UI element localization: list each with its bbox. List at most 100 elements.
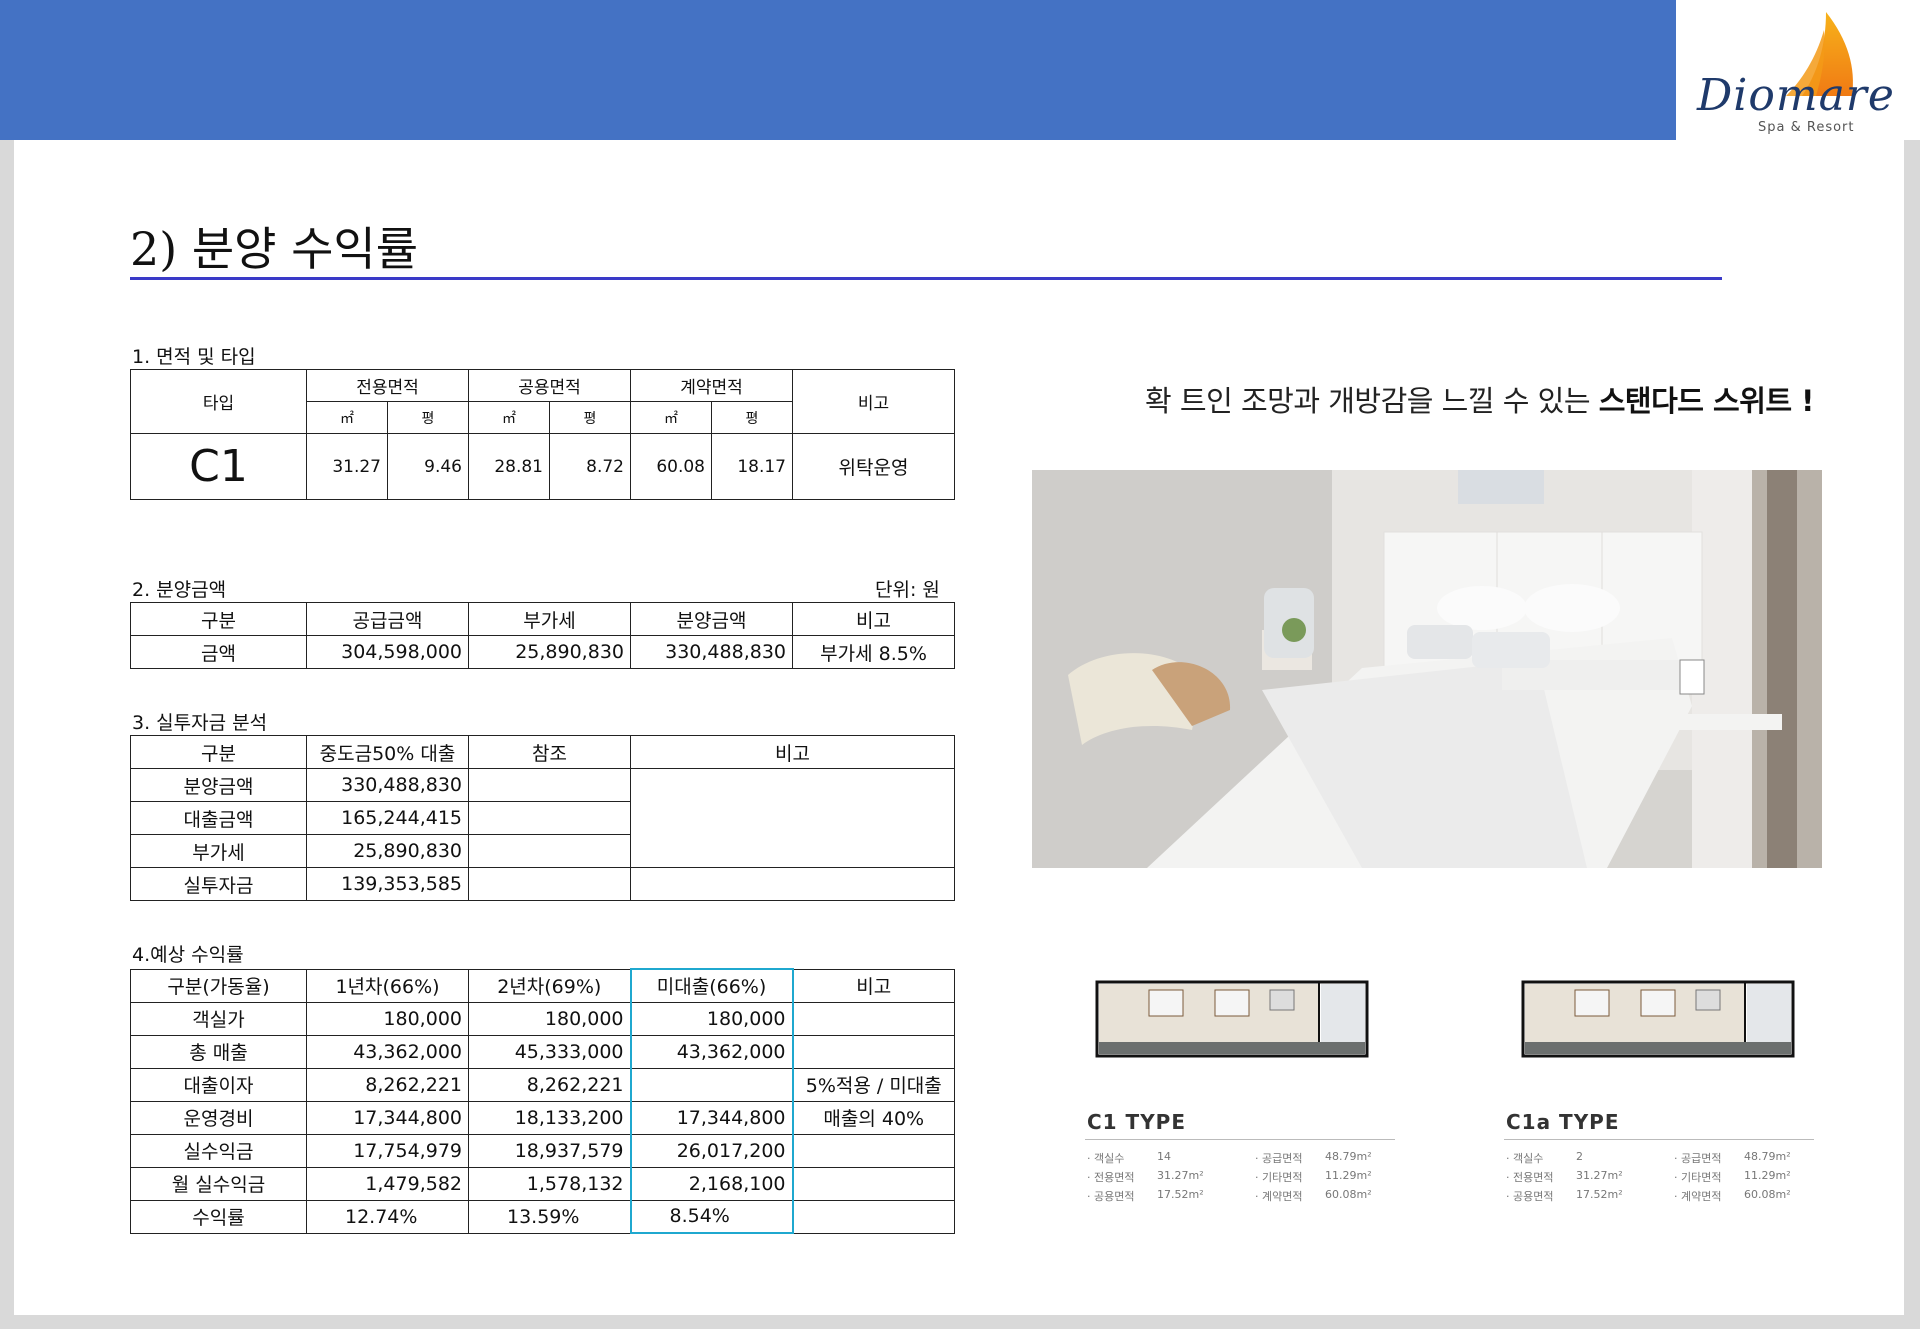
year2-value: 1,578,132: [468, 1166, 631, 1201]
row-label: 실투자금: [130, 867, 307, 901]
plan-type-c1a: C1a TYPE: [1506, 1110, 1620, 1134]
row-label: 실수익금: [130, 1133, 307, 1168]
header-exclusive: 전용면적: [306, 369, 469, 402]
spec-value: 48.79m²: [1744, 1150, 1791, 1163]
year1-value: 17,344,800: [306, 1100, 469, 1135]
spec-value: 48.79m²: [1325, 1150, 1372, 1163]
noloan-value: 26,017,200: [629, 1133, 794, 1168]
spec-label: · 공급면적: [1674, 1152, 1722, 1165]
table-header: 비고: [792, 602, 955, 636]
contract-pyeong: 18.17: [711, 433, 793, 500]
header-banner: [0, 0, 1676, 140]
year2-value: 18,133,200: [468, 1100, 631, 1135]
spec-label: · 기타면적: [1674, 1171, 1722, 1184]
floorplan-c1: [1095, 978, 1371, 1060]
spec-label: · 전용면적: [1506, 1171, 1554, 1184]
table-header: 부가세: [468, 602, 631, 636]
table-header: 비고: [792, 968, 955, 1003]
empty-cell: [630, 867, 955, 901]
row-label: 부가세: [130, 834, 307, 868]
floorplan-c1a: [1521, 978, 1797, 1060]
table-header: 비고: [630, 735, 955, 769]
spec-divider: [1504, 1139, 1814, 1140]
row-label: 대출금액: [130, 801, 307, 835]
table-header: 참조: [468, 735, 631, 769]
spec-label: · 계약면적: [1255, 1190, 1303, 1203]
year1-value: 43,362,000: [306, 1034, 469, 1069]
spec-label: · 공용면적: [1506, 1190, 1554, 1203]
row-value: 330,488,830: [306, 768, 469, 802]
spec-value: 11.29m²: [1744, 1169, 1791, 1182]
table-header: 1년차(66%): [306, 968, 469, 1003]
bedroom-illustration: [1032, 470, 1822, 868]
unit-sqm: ㎡: [306, 401, 388, 434]
year1-value: 12.74%: [306, 1199, 469, 1234]
empty-cell: [468, 768, 631, 802]
table-header: 구분: [130, 602, 307, 636]
area-type-table: 타입 전용면적 공용면적 계약면적 비고 ㎡ 평 ㎡ 평 ㎡ 평 C1 31.2…: [130, 369, 955, 500]
unit-sqm: ㎡: [468, 401, 550, 434]
sale-amount: 330,488,830: [630, 635, 793, 669]
table-header: 중도금50% 대출: [306, 735, 469, 769]
note-cell: [792, 1199, 955, 1234]
table-header: 미대출(66%): [629, 968, 794, 1003]
table-header: 공급금액: [306, 602, 469, 636]
row-label: 금액: [130, 635, 307, 669]
spec-label: · 전용면적: [1087, 1171, 1135, 1184]
headline: 확 트인 조망과 개방감을 느낄 수 있는 스탠다드 스위트 !: [1145, 378, 1814, 420]
row-label: 객실가: [130, 1001, 307, 1036]
spec-label: · 공용면적: [1087, 1190, 1135, 1203]
spec-value: 31.27m²: [1576, 1169, 1623, 1182]
empty-cell: [630, 768, 955, 868]
note-cell: [792, 1001, 955, 1036]
sale-price-table: 구분 공급금액 부가세 분양금액 비고 금액 304,598,000 25,89…: [130, 602, 955, 669]
section2-label: 2. 분양금액: [132, 579, 227, 601]
table-header: 분양금액: [630, 602, 793, 636]
table-header: 구분(가동율): [130, 968, 307, 1003]
note-cell: [792, 1166, 955, 1201]
year1-value: 8,262,221: [306, 1067, 469, 1102]
noloan-value: 2,168,100: [629, 1166, 794, 1201]
table-header: 구분: [130, 735, 307, 769]
noloan-value: 180,000: [629, 1001, 794, 1036]
exclusive-pyeong: 9.46: [387, 433, 469, 500]
note-cell: [792, 1133, 955, 1168]
unit-pyeong: 평: [387, 401, 469, 434]
plan-type-c1: C1 TYPE: [1087, 1110, 1187, 1134]
noloan-value: 17,344,800: [629, 1100, 794, 1135]
room-photo: [1032, 470, 1822, 868]
unit-label: 단위: 원: [875, 579, 940, 601]
year2-value: 8,262,221: [468, 1067, 631, 1102]
unit-sqm: ㎡: [630, 401, 712, 434]
unit-pyeong: 평: [711, 401, 793, 434]
common-sqm: 28.81: [468, 433, 550, 500]
noloan-value: 43,362,000: [629, 1034, 794, 1069]
spec-label: · 계약면적: [1674, 1190, 1722, 1203]
supply-amount: 304,598,000: [306, 635, 469, 669]
exclusive-sqm: 31.27: [306, 433, 388, 500]
spec-value: 60.08m²: [1744, 1188, 1791, 1201]
note-cell: [792, 1034, 955, 1069]
investment-table: 구분 중도금50% 대출 참조 비고 분양금액 330,488,830 대출금액…: [130, 735, 955, 901]
note-cell: 위탁운영: [792, 433, 955, 500]
year2-value: 45,333,000: [468, 1034, 631, 1069]
spec-divider: [1085, 1139, 1395, 1140]
spec-value: 2: [1576, 1150, 1583, 1163]
year2-value: 18,937,579: [468, 1133, 631, 1168]
year1-value: 17,754,979: [306, 1133, 469, 1168]
row-label: 운영경비: [130, 1100, 307, 1135]
year1-value: 180,000: [306, 1001, 469, 1036]
spec-label: · 객실수: [1506, 1152, 1544, 1165]
row-label: 월 실수익금: [130, 1166, 307, 1201]
table-header: 2년차(69%): [468, 968, 631, 1003]
spec-label: · 기타면적: [1255, 1171, 1303, 1184]
spec-value: 31.27m²: [1157, 1169, 1204, 1182]
year1-value: 1,479,582: [306, 1166, 469, 1201]
header-contract: 계약면적: [630, 369, 793, 402]
row-value: 139,353,585: [306, 867, 469, 901]
floorplan-c1-drawing: [1095, 980, 1371, 1058]
contract-sqm: 60.08: [630, 433, 712, 500]
row-label: 수익률: [130, 1199, 307, 1234]
noloan-value: [629, 1067, 794, 1102]
row-value: 25,890,830: [306, 834, 469, 868]
